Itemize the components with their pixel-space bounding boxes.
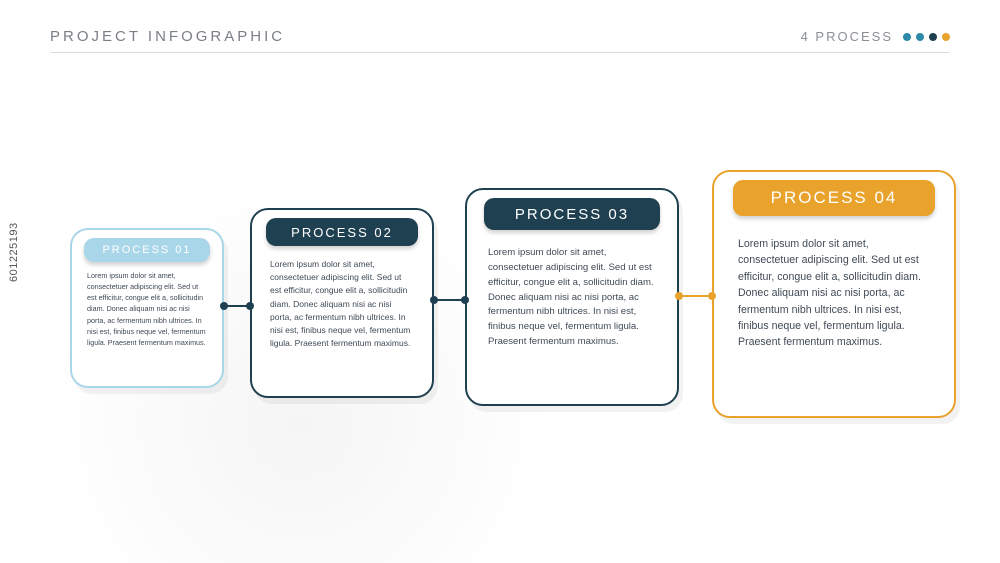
process-body-3: Lorem ipsum dolor sit amet, consectetuer… [488, 246, 656, 350]
connector-dot-3-2 [708, 292, 716, 300]
process-badge-1: PROCESS 01 [84, 238, 210, 262]
process-card-4: PROCESS 04 Lorem ipsum dolor sit amet, co… [712, 170, 956, 418]
process-badge-2: PROCESS 02 [266, 218, 417, 246]
process-card-2: PROCESS 02 Lorem ipsum dolor sit amet, co… [250, 208, 434, 398]
process-body-1: Lorem ipsum dolor sit amet, consectetuer… [87, 270, 207, 348]
process-badge-3: PROCESS 03 [484, 198, 660, 230]
connector-dot-2-2 [461, 296, 469, 304]
connector-dot-3-1 [675, 292, 683, 300]
connector-dot-1-1 [220, 302, 228, 310]
process-badge-4: PROCESS 04 [733, 180, 935, 216]
process-card-1: PROCESS 01 Lorem ipsum dolor sit amet, co… [70, 228, 224, 388]
slide: 601225193 PROJECT INFOGRAPHIC 4 PROCESS … [0, 0, 1000, 563]
process-body-2: Lorem ipsum dolor sit amet, consectetuer… [270, 258, 414, 350]
connector-dot-2-1 [430, 296, 438, 304]
connector-dot-1-2 [246, 302, 254, 310]
process-card-3: PROCESS 03 Lorem ipsum dolor sit amet, co… [465, 188, 679, 406]
cards-layer: PROCESS 01 Lorem ipsum dolor sit amet, co… [0, 0, 1000, 563]
process-body-4: Lorem ipsum dolor sit amet, consectetuer… [738, 236, 930, 351]
